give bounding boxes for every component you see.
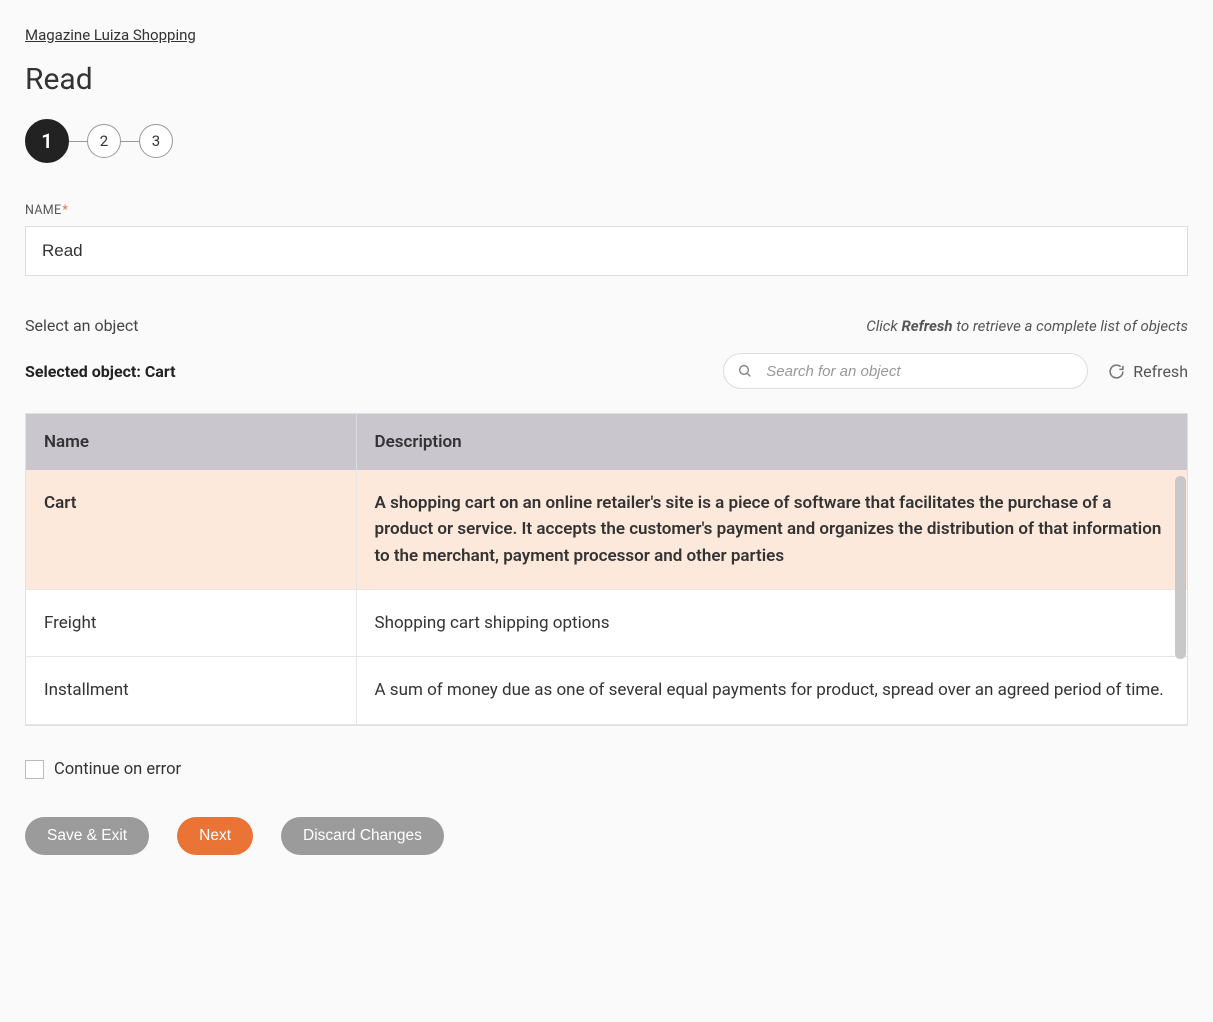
selected-prefix: Selected object: [25,362,145,381]
cell-name: Cart [26,470,356,590]
step-2[interactable]: 2 [87,124,121,158]
cell-description: Shopping cart shipping options [356,590,1187,657]
hint-suffix: to retrieve a complete list of objects [953,317,1188,335]
table-row[interactable]: InstallmentA sum of money due as one of … [26,657,1187,724]
page-title: Read [25,62,1188,97]
cell-description: A shopping cart on an online retailer's … [356,470,1187,590]
table-row[interactable]: CartA shopping cart on an online retaile… [26,470,1187,590]
stepper: 1 2 3 [25,119,1188,163]
hint-bold: Refresh [901,317,952,335]
cell-description: A sum of money due as one of several equ… [356,657,1187,724]
hint-prefix: Click [866,317,901,335]
name-label-text: NAME [25,203,61,218]
object-table: Name Description CartA shopping cart on … [26,414,1187,725]
table-row[interactable]: FreightShopping cart shipping options [26,590,1187,657]
cell-name: Installment [26,657,356,724]
refresh-hint: Click Refresh to retrieve a complete lis… [866,317,1188,335]
name-input[interactable] [25,226,1188,276]
step-connector [69,141,87,142]
continue-on-error-label[interactable]: Continue on error [54,760,181,779]
next-button[interactable]: Next [177,817,253,855]
action-button-row: Save & Exit Next Discard Changes [25,817,1188,855]
refresh-icon [1108,363,1125,380]
breadcrumb-link[interactable]: Magazine Luiza Shopping [25,26,196,44]
select-object-prompt: Select an object [25,316,138,335]
col-header-name[interactable]: Name [26,414,356,470]
search-input[interactable] [723,353,1088,389]
continue-on-error-checkbox[interactable] [25,760,44,779]
step-1[interactable]: 1 [25,119,69,163]
selected-object-label: Selected object: Cart [25,362,176,381]
save-exit-button[interactable]: Save & Exit [25,817,149,855]
required-mark: * [62,203,68,218]
step-3[interactable]: 3 [139,124,173,158]
refresh-button[interactable]: Refresh [1108,362,1188,381]
table-header-row: Name Description [26,414,1187,470]
object-table-container: Name Description CartA shopping cart on … [25,413,1188,726]
col-header-description[interactable]: Description [356,414,1187,470]
search-wrap [723,353,1088,389]
name-field-label: NAME* [25,203,1188,218]
search-icon [737,363,753,379]
cell-name: Freight [26,590,356,657]
table-scrollbar[interactable] [1175,476,1186,724]
selected-value: Cart [145,362,176,381]
step-connector [121,141,139,142]
scrollbar-thumb[interactable] [1175,476,1186,659]
discard-changes-button[interactable]: Discard Changes [281,817,444,855]
refresh-label: Refresh [1133,362,1188,381]
